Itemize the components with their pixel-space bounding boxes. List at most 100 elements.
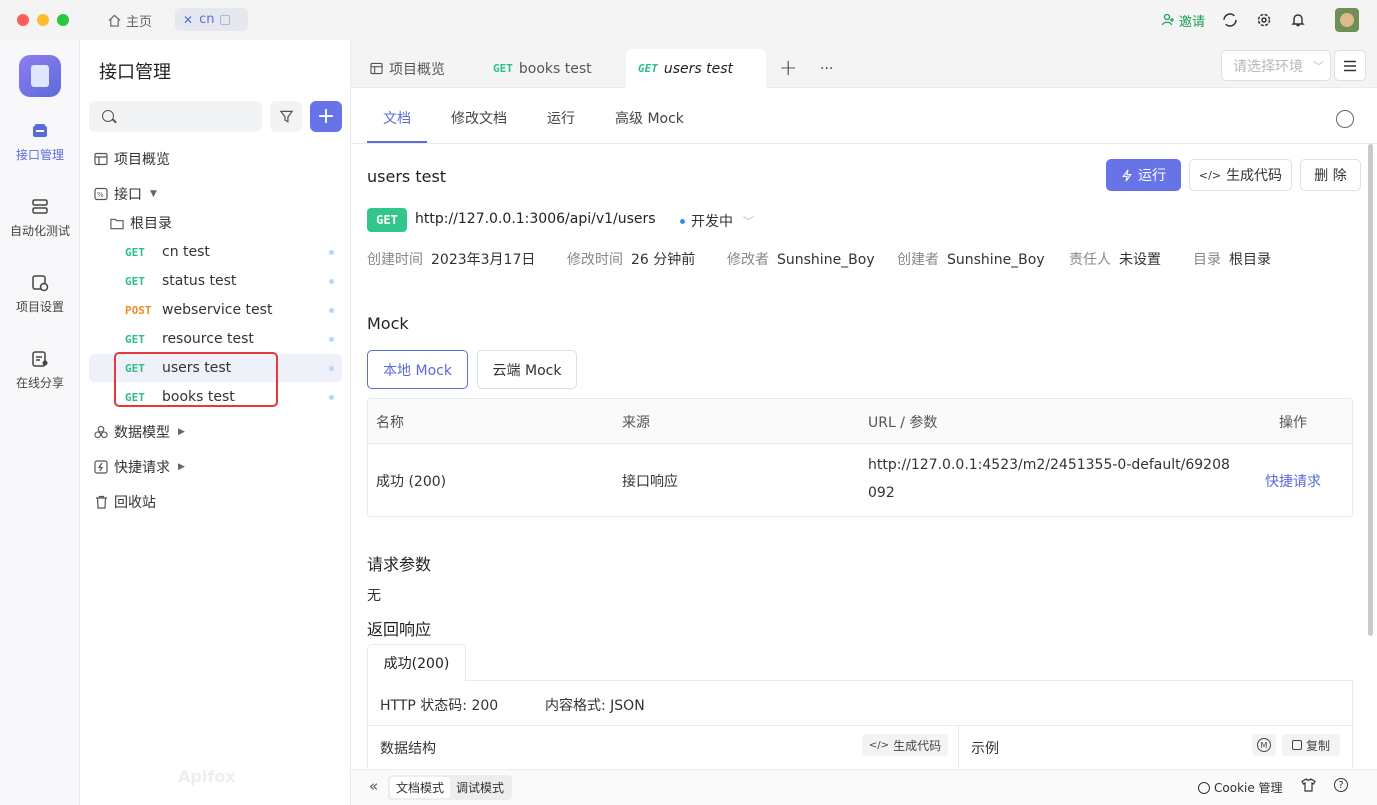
user-avatar[interactable] [1335,8,1359,32]
delete-button[interactable]: 删 除 [1300,159,1361,191]
rail-label: 项目设置 [15,300,64,314]
generate-code-small-button[interactable]: </> 生成代码 [862,734,948,756]
mock-m-icon: M [1257,738,1271,752]
status-dot [329,395,334,400]
tab-project-overview[interactable]: 项目概览 [370,49,445,88]
sync-icon[interactable] [1221,11,1239,29]
mock-source: 接口响应 [622,474,678,490]
column-header: 名称 [376,415,404,431]
api-item[interactable]: GET status test [89,267,342,295]
environment-select[interactable]: 请选择环境 ﹀ [1221,50,1331,81]
tree-item-recycle-bin[interactable]: 回收站 [81,488,343,516]
tab-books-test[interactable]: GET books test [493,49,592,88]
meta-modifier: 修改者 Sunshine_Boy [727,252,875,268]
cookie-manager-button[interactable]: Cookie 管理 [1198,779,1283,796]
sidebar-title: 接口管理 [99,62,171,83]
new-tab-button[interactable]: + [779,49,797,88]
response-tab-success[interactable]: 成功(200) [367,644,466,681]
active-tab-indicator [367,141,427,143]
mock-icon-button[interactable]: M [1252,734,1276,756]
menu-button[interactable] [1334,50,1366,81]
code-icon: </> [1198,168,1222,182]
table-header: 名称 来源 URL / 参数 操作 [368,399,1352,444]
mock-url-line2[interactable]: 092 [868,485,895,501]
settings-gear-icon[interactable] [1255,11,1273,29]
mock-url-line1[interactable]: http://127.0.0.1:4523/m2/2451355-0-defau… [868,457,1230,473]
mock-name: 成功 (200) [376,474,447,490]
maximize-window-button[interactable] [57,14,69,26]
minimize-window-button[interactable] [37,14,49,26]
generate-code-label: 生成代码 [1226,168,1283,184]
subtab-edit-doc[interactable]: 修改文档 [451,108,507,128]
run-button[interactable]: 运行 [1106,159,1181,191]
project-tab[interactable]: ✕ cn [175,8,248,31]
svg-text:%: % [97,191,104,199]
meta-folder: 目录 根目录 [1193,252,1271,268]
search-input[interactable] [89,101,262,132]
app-logo [19,55,61,97]
cookie-icon [1198,781,1210,794]
api-name: status test [162,273,237,289]
api-item[interactable]: POST webservice test [89,296,342,324]
column-header: 操作 [1279,415,1307,431]
request-params-title: 请求参数 [367,555,432,574]
quick-request-icon [94,460,108,474]
tree-item-root-folder[interactable]: 根目录 [81,209,343,237]
filter-button[interactable] [270,101,302,132]
tree-item-quick-request[interactable]: 快捷请求 ▶ [81,453,343,481]
delete-label: 删 除 [1314,168,1347,184]
search-icon [102,110,114,122]
close-window-button[interactable] [17,14,29,26]
rail-item-online-share[interactable]: 在线分享 [0,350,80,391]
quick-request-link[interactable]: 快捷请求 [1265,471,1321,491]
add-button[interactable]: + [310,101,342,132]
doc-subtabs: 文档 修改文档 运行 高级 Mock [351,88,1377,144]
generate-code-button[interactable]: </> 生成代码 [1189,159,1292,191]
more-tabs-button[interactable]: ··· [820,49,833,88]
status-dot [329,366,334,371]
overview-icon [370,62,383,75]
copy-button[interactable]: 复制 [1282,734,1340,756]
tree-label: 项目概览 [114,152,170,168]
debug-mode-option[interactable]: 调试模式 [450,777,510,798]
tree-item-overview[interactable]: 项目概览 [81,145,343,173]
api-item[interactable]: GET cn test [89,238,342,266]
rail-item-automation-test[interactable]: 自动化测试 [0,198,80,239]
subtab-advanced-mock[interactable]: 高级 Mock [615,108,684,128]
subtab-run[interactable]: 运行 [547,108,575,128]
apifox-watermark: Apifox [178,767,236,786]
method-label: POST [125,303,152,317]
home-tab[interactable]: 主页 [108,10,152,30]
close-tab-icon[interactable]: ✕ [183,13,193,27]
caret-down-icon[interactable]: ▼ [150,189,157,199]
rail-label: 自动化测试 [9,224,70,238]
caret-right-icon[interactable]: ▶ [178,462,185,472]
subtab-doc[interactable]: 文档 [383,108,411,128]
chevron-down-icon: ﹀ [743,215,754,228]
invite-button[interactable]: 邀请 [1161,11,1205,30]
rail-item-project-settings[interactable]: 项目设置 [0,274,80,315]
caret-right-icon[interactable]: ▶ [178,427,185,437]
rail-item-api-management[interactable]: 接口管理 [0,122,80,163]
hamburger-menu-icon [1344,60,1356,71]
status-label: 开发中 [691,214,733,230]
doc-mode-option[interactable]: 文档模式 [390,777,451,798]
tree-item-data-models[interactable]: 数据模型 ▶ [81,418,343,446]
notification-bell-icon[interactable] [1289,11,1307,29]
copy-label: 复制 [1305,738,1330,753]
folder-icon [110,216,124,230]
cloud-mock-tab[interactable]: 云端 Mock [477,350,577,389]
collapse-sidebar-icon[interactable]: « [369,777,378,795]
api-item[interactable]: GET resource test [89,325,342,353]
history-icon[interactable] [1336,110,1354,128]
api-url: http://127.0.0.1:3006/api/v1/users [415,211,656,227]
tab-label: 项目概览 [389,61,445,78]
status-select[interactable]: 开发中 ﹀ [680,211,754,231]
shirt-theme-icon[interactable] [1301,778,1316,796]
help-icon[interactable]: ? [1334,778,1348,792]
vertical-scrollbar[interactable] [1368,144,1373,636]
tab-users-test[interactable]: GET users test [626,49,766,88]
meta-owner: 责任人 未设置 [1069,252,1161,268]
tree-item-api-group[interactable]: % 接口 ▼ [81,180,343,208]
local-mock-tab[interactable]: 本地 Mock [367,350,468,389]
